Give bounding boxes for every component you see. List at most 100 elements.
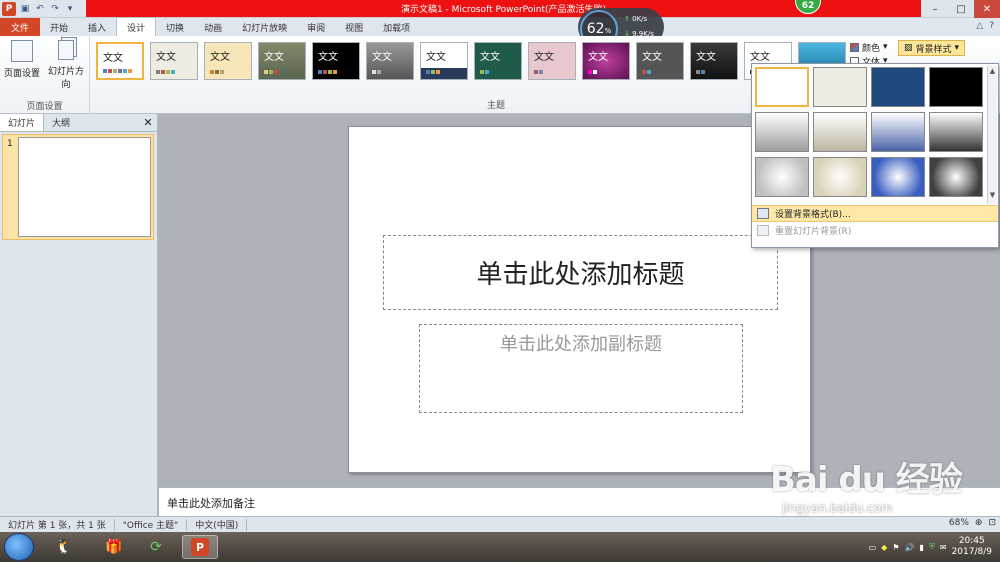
theme-10[interactable]: 文文 — [582, 42, 630, 80]
volume-icon[interactable]: 🔊 — [905, 543, 915, 552]
theme-12[interactable]: 文文 — [690, 42, 738, 80]
quick-access-toolbar: P ▣ ↶ ↷ ▾ — [0, 0, 76, 18]
background-style-navy[interactable] — [871, 67, 925, 107]
upload-speed: ↑ 0K/s — [624, 15, 648, 23]
theme-8[interactable]: 文文 — [474, 42, 522, 80]
theme-office[interactable]: 文文 — [96, 42, 144, 80]
baidu-watermark: Bai du 经验 jingyan.baidu.com — [770, 460, 963, 515]
shield-icon[interactable]: ⛨ — [929, 542, 935, 552]
tab-transitions[interactable]: 切换 — [156, 18, 194, 36]
background-style-gray-radial[interactable] — [755, 157, 809, 197]
close-pane-icon[interactable]: ✕ — [139, 114, 157, 131]
slide-orientation-icon — [58, 40, 74, 60]
tab-design[interactable]: 设计 — [116, 17, 157, 36]
maximize-button[interactable]: □ — [948, 0, 974, 18]
tab-outline[interactable]: 大纲 — [44, 114, 78, 131]
background-styles-gallery — [755, 67, 987, 203]
slides-pane: 幻灯片 大纲 ✕ 1 — [0, 114, 158, 516]
format-background-item[interactable]: 设置背景格式(B)... — [752, 205, 998, 222]
background-styles-icon: ▨ — [904, 43, 913, 53]
browser-app-icon[interactable]: ⟳ — [138, 535, 174, 559]
background-style-black[interactable] — [929, 67, 983, 107]
tab-animations[interactable]: 动画 — [194, 18, 232, 36]
background-styles-button[interactable]: ▨ 背景样式 ▾ — [898, 40, 966, 56]
close-button[interactable]: ✕ — [974, 0, 1000, 18]
group-page-setup: 页面设置 幻灯片方向 页面设置 — [0, 36, 90, 114]
help-icon[interactable]: ? — [989, 21, 994, 31]
theme-gallery: 文文 文文 文文 文文 文文 文文 文文 文文 文文 文文 文文 文文 文文 — [96, 42, 846, 82]
background-style-dark-radial[interactable] — [929, 157, 983, 197]
theme-5[interactable]: 文文 — [312, 42, 360, 80]
tab-file[interactable]: 文件 — [0, 18, 40, 36]
current-slide[interactable]: 单击此处添加标题 单击此处添加副标题 — [348, 126, 811, 473]
gallery-scrollbar[interactable]: ▲ ▼ — [987, 66, 997, 204]
theme-3[interactable]: 文文 — [204, 42, 252, 80]
tab-view[interactable]: 视图 — [335, 18, 373, 36]
theme-2[interactable]: 文文 — [150, 42, 198, 80]
language-indicator[interactable]: 中文(中国) — [187, 518, 248, 531]
title-placeholder[interactable]: 单击此处添加标题 — [383, 235, 778, 310]
keyboard-icon[interactable]: ▭ — [869, 543, 877, 552]
tab-slides[interactable]: 幻灯片 — [0, 114, 45, 131]
start-button[interactable] — [4, 533, 34, 561]
flag-icon[interactable]: ⚑ — [892, 543, 899, 552]
theme-11[interactable]: 文文 — [636, 42, 684, 80]
ribbon-tabs: 文件 开始 插入 设计 切换 动画 幻灯片放映 审阅 视图 加载项 △ ? — [0, 17, 1000, 36]
ribbon-help-area: △ ? — [976, 21, 994, 31]
network-icon[interactable]: ▮ — [919, 543, 923, 552]
qq-app-icon[interactable]: 🐧 — [46, 535, 82, 559]
page-setup-button[interactable]: 页面设置 — [0, 40, 44, 79]
slide-thumbnail-1[interactable]: 1 — [2, 134, 154, 240]
reset-background-item[interactable]: 重置幻灯片背景(R) — [752, 222, 998, 239]
background-style-white[interactable] — [755, 67, 809, 107]
status-bar: 幻灯片 第 1 张，共 1 张 "Office 主题" 中文(中国) 68% ⊕… — [0, 516, 1000, 532]
security-tray-icon[interactable]: ◆ — [881, 543, 887, 552]
background-style-blue-gradient[interactable] — [871, 112, 925, 152]
tab-home[interactable]: 开始 — [40, 18, 78, 36]
fit-slide-icon[interactable]: ⊡ — [988, 518, 996, 528]
slide-orientation-button[interactable]: 幻灯片方向 — [44, 40, 88, 90]
slide-number: 1 — [7, 139, 13, 149]
slide-info: 幻灯片 第 1 张，共 1 张 — [0, 518, 115, 531]
undo-icon[interactable]: ↶ — [34, 3, 46, 15]
theme-7[interactable]: 文文 — [420, 42, 468, 80]
zoom-level[interactable]: 68% — [949, 518, 969, 528]
collapse-ribbon-icon[interactable]: △ — [976, 21, 983, 31]
game-app-icon[interactable]: 🎁 — [96, 535, 132, 559]
theme-6[interactable]: 文文 — [366, 42, 414, 80]
minimize-button[interactable]: – — [922, 0, 948, 18]
tab-slideshow[interactable]: 幻灯片放映 — [232, 18, 297, 36]
scroll-down-icon[interactable]: ▼ — [988, 190, 997, 200]
theme-name: "Office 主题" — [115, 518, 188, 531]
scroll-up-icon[interactable]: ▲ — [988, 66, 997, 76]
redo-icon[interactable]: ↷ — [49, 3, 61, 15]
clock[interactable]: 20:45 2017/8/9 — [952, 536, 992, 558]
window-controls: – □ ✕ — [922, 0, 1000, 18]
slide-thumbnail-image — [18, 137, 151, 237]
reset-background-icon — [757, 225, 769, 236]
background-style-dark-gradient[interactable] — [929, 112, 983, 152]
powerpoint-logo-icon[interactable]: P — [2, 2, 16, 16]
title-bar: P ▣ ↶ ↷ ▾ 演示文稿1 - Microsoft PowerPoint(产… — [0, 0, 1000, 18]
page-setup-icon — [11, 40, 33, 62]
background-style-blue-radial[interactable] — [871, 157, 925, 197]
powerpoint-taskbar-icon[interactable]: P — [182, 535, 218, 559]
tab-insert[interactable]: 插入 — [78, 18, 116, 36]
background-menu: 设置背景格式(B)... 重置幻灯片背景(R) — [752, 205, 998, 239]
background-style-cream-gradient[interactable] — [813, 112, 867, 152]
zoom-in-icon[interactable]: ⊕ — [975, 518, 983, 528]
theme-9[interactable]: 文文 — [528, 42, 576, 80]
system-tray: ▭ ◆ ⚑ 🔊 ▮ ⛨ ✉ 20:45 2017/8/9 — [869, 532, 1000, 562]
background-style-cream[interactable] — [813, 67, 867, 107]
subtitle-placeholder[interactable]: 单击此处添加副标题 — [419, 324, 743, 413]
chat-icon[interactable]: ✉ — [940, 543, 947, 552]
save-icon[interactable]: ▣ — [19, 3, 31, 15]
background-style-gray-gradient[interactable] — [755, 112, 809, 152]
windows-taskbar: 🐧 🎁 ⟳ P ▭ ◆ ⚑ 🔊 ▮ ⛨ ✉ 20:45 2017/8/9 — [0, 532, 1000, 562]
tab-review[interactable]: 审阅 — [297, 18, 335, 36]
customize-qat-icon[interactable]: ▾ — [64, 3, 76, 15]
group-label-page-setup: 页面设置 — [26, 102, 63, 112]
tab-addins[interactable]: 加载项 — [373, 18, 420, 36]
background-style-cream-radial[interactable] — [813, 157, 867, 197]
theme-4[interactable]: 文文 — [258, 42, 306, 80]
